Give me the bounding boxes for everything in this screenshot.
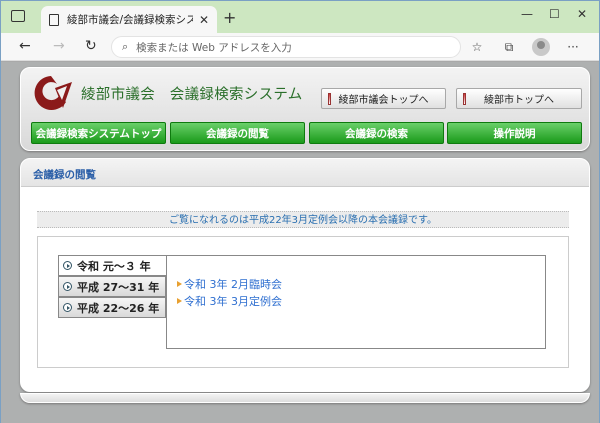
minimize-button[interactable]: —	[521, 7, 533, 21]
address-bar-row: ← → ↻ ⌕ 検索または Web アドレスを入力 ☆ ⧉ ···	[1, 33, 599, 61]
site-title: 綾部市議会 会議録検索システム	[81, 87, 303, 103]
browse-box: 令和 元～３ 年 平成 27～31 年 平成 22～26 年 令和 3年 2月臨…	[37, 236, 569, 368]
nav-search[interactable]: 会議録の検索	[309, 122, 444, 144]
year-range-label: 平成 22～26 年	[77, 301, 160, 315]
city-top-label: 綾部市トップへ	[484, 95, 554, 106]
year-range-item[interactable]: 令和 元～３ 年	[58, 255, 166, 276]
tab-bar: 綾部市議会/会議録検索システム ✕ + — ☐ ✕	[1, 1, 599, 33]
new-tab-button[interactable]: +	[223, 8, 236, 27]
page-footer	[20, 393, 590, 403]
tab-close-icon[interactable]: ✕	[199, 13, 209, 27]
address-placeholder: 検索または Web アドレスを入力	[136, 41, 292, 54]
meeting-link[interactable]: 令和 3年 2月臨時会	[177, 276, 282, 292]
arrow-circle-icon	[63, 282, 72, 291]
meeting-label: 令和 3年 2月臨時会	[184, 278, 282, 291]
year-range-label: 令和 元～３ 年	[77, 259, 151, 273]
year-range-item[interactable]: 平成 22～26 年	[58, 297, 166, 318]
marker-icon	[463, 93, 466, 105]
city-top-button[interactable]: 綾部市トップへ	[456, 88, 582, 109]
ayabe-logo	[34, 76, 72, 110]
tab-title: 綾部市議会/会議録検索システム	[67, 14, 193, 26]
meeting-list: 令和 3年 2月臨時会 令和 3年 3月定例会	[166, 255, 546, 349]
collections-icon[interactable]: ⧉	[502, 40, 516, 54]
back-button[interactable]: ←	[19, 38, 31, 54]
council-top-button[interactable]: 綾部市議会トップへ	[321, 88, 446, 109]
favorites-icon[interactable]: ☆	[470, 40, 484, 54]
arrow-circle-icon	[63, 303, 72, 312]
year-range-label: 平成 27～31 年	[77, 280, 160, 294]
browser-window: 綾部市議会/会議録検索システム ✕ + — ☐ ✕ ← → ↻ ⌕ 検索または …	[0, 0, 600, 423]
nav-system-top[interactable]: 会議録検索システムトップ	[31, 122, 166, 144]
site-header: 綾部市議会 会議録検索システム 綾部市議会トップへ 綾部市トップへ 会議録検索シ…	[20, 67, 590, 151]
nav-browse[interactable]: 会議録の閲覧	[170, 122, 305, 144]
address-input[interactable]: ⌕ 検索または Web アドレスを入力	[111, 36, 461, 58]
forward-button[interactable]: →	[53, 38, 65, 54]
year-range-list: 令和 元～３ 年 平成 27～31 年 平成 22～26 年	[58, 255, 166, 318]
page-icon	[49, 13, 59, 26]
section-header: 会議録の閲覧	[21, 159, 589, 187]
meeting-link[interactable]: 令和 3年 3月定例会	[177, 293, 282, 309]
page-viewport: 綾部市議会 会議録検索システム 綾部市議会トップへ 綾部市トップへ 会議録検索シ…	[1, 62, 599, 423]
council-top-label: 綾部市議会トップへ	[338, 95, 429, 106]
search-icon: ⌕	[122, 40, 129, 53]
bullet-arrow-icon	[177, 298, 182, 304]
more-menu-icon[interactable]: ···	[566, 40, 580, 54]
arrow-circle-icon	[63, 261, 72, 270]
content-panel: 会議録の閲覧 ご覧になれるのは平成22年3月定例会以降の本会議録です。 令和 元…	[20, 158, 590, 392]
reload-button[interactable]: ↻	[85, 38, 97, 54]
bullet-arrow-icon	[177, 281, 182, 287]
nav-help[interactable]: 操作説明	[447, 122, 582, 144]
browser-tab[interactable]: 綾部市議会/会議録検索システム ✕	[41, 6, 217, 33]
close-window-button[interactable]: ✕	[577, 7, 587, 21]
availability-notice: ご覧になれるのは平成22年3月定例会以降の本会議録です。	[37, 211, 569, 228]
marker-icon	[328, 93, 331, 105]
year-range-item[interactable]: 平成 27～31 年	[58, 276, 166, 297]
maximize-button[interactable]: ☐	[549, 7, 560, 21]
meeting-label: 令和 3年 3月定例会	[184, 295, 282, 308]
tab-actions-icon[interactable]	[11, 10, 25, 22]
section-title: 会議録の閲覧	[33, 169, 96, 181]
profile-avatar[interactable]	[532, 38, 550, 56]
